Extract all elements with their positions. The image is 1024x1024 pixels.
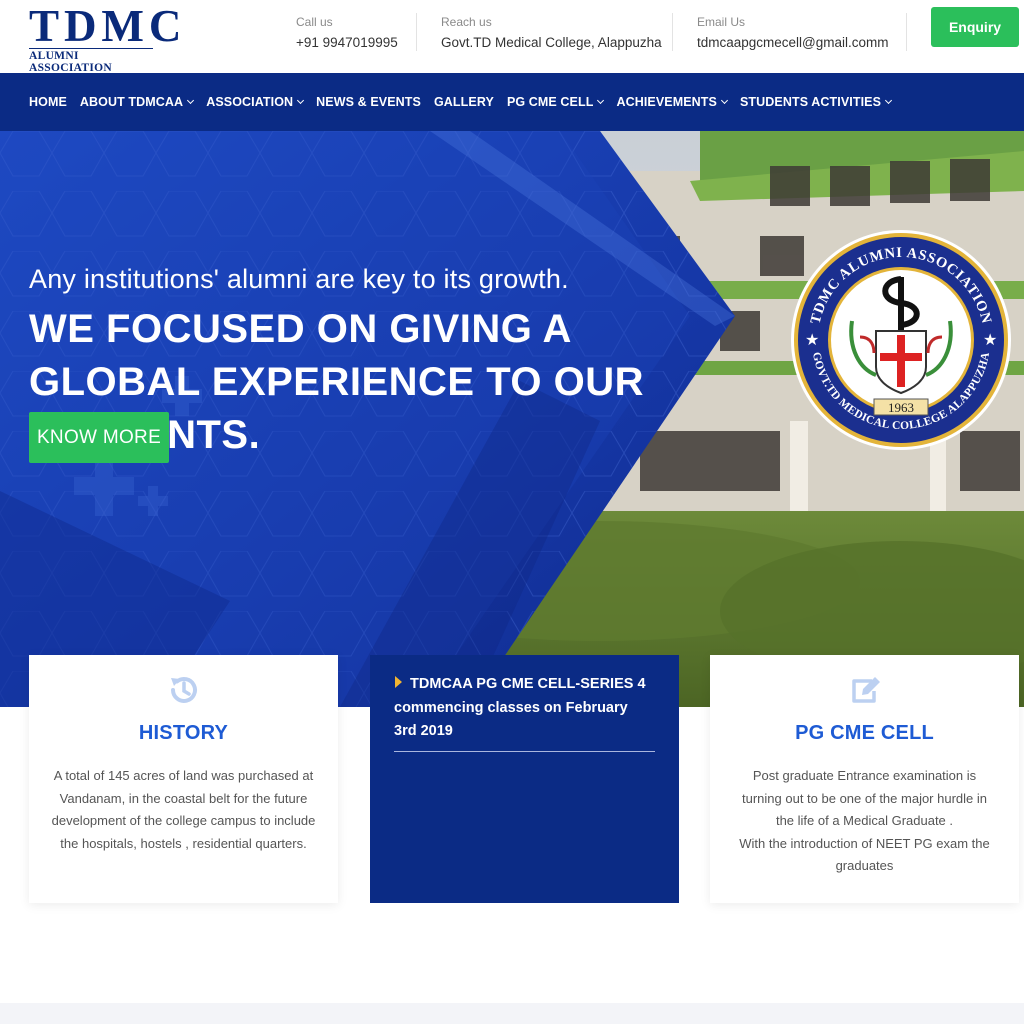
logo-sub-text: ALUMNI ASSOCIATION [29,48,153,74]
nav-item-label: ABOUT TDMCAA [79,95,184,109]
hero-subtitle: Any institutions' alumni are key to its … [29,264,569,294]
contact-email-label: Email Us [697,15,746,29]
news-card: TDMCAA PG CME CELL-SERIES 4 commencing c… [370,655,679,903]
header-divider [906,13,907,51]
nav-item-label: ACHIEVEMENTS [616,95,717,109]
svg-text:★: ★ [805,332,819,349]
svg-text:★: ★ [983,332,997,349]
site-logo[interactable]: TDMC ALUMNI ASSOCIATION [29,0,187,74]
history-text: A total of 145 acres of land was purchas… [51,768,316,851]
nav-item-label: ASSOCIATION [206,95,294,109]
pg-cme-text: Post graduate Entrance examination is tu… [732,765,997,878]
main-nav: HOME ABOUT TDMCAA ASSOCIATION NEWS & EVENTS… [0,73,1024,131]
contact-email-value[interactable]: tdmcaapgcmecell@gmail.comm [697,35,889,50]
nav-item-label: NEWS & EVENTS [316,95,421,109]
header-divider [416,13,417,51]
pg-cme-title: PG CME CELL [795,722,934,744]
hero-banner: Any institutions' alumni are key to its … [0,131,1024,707]
nav-item-association[interactable]: ASSOCIATION [206,95,305,109]
contact-address-value: Govt.TD Medical College, Alappuzha [441,35,662,50]
chevron-down-icon [187,96,195,105]
nav-item-pg-cme-cell[interactable]: PG CME CELL [506,95,605,109]
history-icon [171,677,197,703]
chevron-down-icon [597,96,605,105]
contact-phone-value[interactable]: +91 9947019995 [296,35,398,50]
alumni-emblem-icon: TDMC ALUMNI ASSOCIATION GOVT.TD MEDICAL … [791,230,1011,450]
contact-address: Reach us Govt.TD Medical College, Alappu… [441,14,662,50]
enquiry-button[interactable]: Enquiry [931,7,1019,47]
nav-item-gallery[interactable]: GALLERY [434,95,494,109]
nav-item-label: GALLERY [433,95,494,109]
header-divider [672,13,673,51]
news-item-link[interactable]: TDMCAA PG CME CELL-SERIES 4 commencing c… [394,673,654,744]
contact-phone-label: Call us [296,15,333,29]
nav-item-home[interactable]: HOME [29,95,67,109]
contact-phone: Call us +91 9947019995 [296,14,398,50]
svg-text:1963: 1963 [888,400,914,415]
nav-item-about-tdmcaa[interactable]: ABOUT TDMCAA [79,95,195,109]
chevron-down-icon [884,96,893,105]
chevron-down-icon [297,96,305,105]
edit-icon [852,677,880,703]
chevron-down-icon [720,96,729,105]
footer-strip [0,1003,1024,1024]
history-card: HISTORY A total of 145 acres of land was… [29,655,338,903]
nav-item-label: HOME [29,95,67,109]
logo-main-text: TDMC [29,0,187,51]
pg-cme-text-line2: With the introduction of NEET PG exam th… [739,835,990,874]
nav-item-achievements[interactable]: ACHIEVEMENTS [616,95,729,109]
news-divider [394,751,655,752]
nav-item-label: PG CME CELL [506,95,594,109]
nav-item-students-activities[interactable]: STUDENTS ACTIVITIES [740,95,893,109]
contact-address-label: Reach us [441,15,492,29]
contact-email: Email Us tdmcaapgcmecell@gmail.comm [697,14,889,50]
know-more-button[interactable]: KNOW MORE [29,412,169,463]
pg-cme-text-line1: Post graduate Entrance examination is tu… [742,768,987,829]
pg-cme-card: PG CME CELL Post graduate Entrance exami… [710,655,1019,903]
history-title: HISTORY [138,722,229,744]
nav-item-label: STUDENTS ACTIVITIES [740,95,882,109]
top-header: TDMC ALUMNI ASSOCIATION Call us +91 9947… [0,0,1024,74]
nav-item-news-events[interactable]: NEWS & EVENTS [316,95,421,109]
